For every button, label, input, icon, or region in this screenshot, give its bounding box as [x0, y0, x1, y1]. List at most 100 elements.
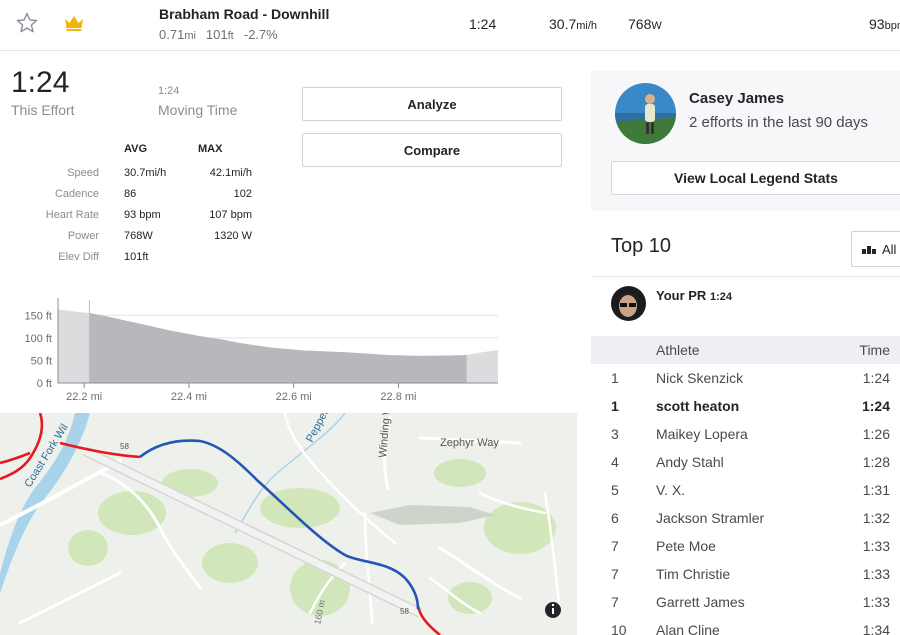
max-header: MAX [198, 143, 223, 155]
effort-time: 1:24 [11, 66, 70, 99]
elevation-chart[interactable]: 0 ft 50 ft 100 ft 150 ft 22.2 mi 22.4 mi 22.6 … [20, 292, 505, 407]
leaderboard-athlete[interactable]: Jackson Stramler [656, 510, 764, 526]
x-tick-label: 22.4 mi [171, 391, 207, 403]
your-pr: Your PR 1:24 [656, 288, 732, 303]
segment-hr-unit: bpm [884, 20, 900, 32]
leaderboard-row[interactable]: 7 Garrett James 1:33 [591, 588, 900, 616]
crown-icon [65, 16, 83, 31]
leaderboard-athlete[interactable]: Nick Skenzick [656, 370, 743, 386]
stats-max: 1320 W [214, 230, 252, 242]
leaderboard-row[interactable]: 1 scott heaton 1:24 [591, 392, 900, 420]
leaderboard-time: 1:32 [862, 510, 890, 526]
leaderboard-athlete[interactable]: V. X. [656, 482, 685, 498]
segment-name[interactable]: Brabham Road - Downhill [159, 6, 329, 22]
stats-row: Power 768W 1320 W [0, 230, 270, 251]
stats-max: 102 [233, 188, 252, 200]
stats-label: Speed [67, 167, 99, 179]
segment-speed-unit: mi/h [576, 20, 598, 32]
segment-elevation-unit: ft [227, 30, 234, 42]
leaderboard-time: 1:34 [862, 622, 890, 635]
stats-max: 42.1mi/h [209, 167, 252, 179]
x-tick-label: 22.6 mi [276, 391, 312, 403]
stats-row: Elev Diff 101ft [0, 251, 270, 272]
bar-chart-icon [862, 246, 876, 254]
y-tick-label: 100 ft [24, 333, 52, 345]
leaderboard-row[interactable]: 1 Nick Skenzick 1:24 [591, 364, 900, 392]
leaderboard-athlete[interactable]: scott heaton [656, 398, 739, 414]
leaderboard-time: 1:28 [862, 454, 890, 470]
leaderboard-title: Top 10 [611, 235, 672, 257]
y-tick-label: 50 ft [31, 355, 52, 367]
effort-time-label: This Effort [11, 102, 75, 118]
segment-speed-value: 30.7 [549, 16, 577, 32]
segment-distance-unit: mi [184, 30, 196, 42]
leaderboard-row[interactable]: 7 Tim Christie 1:33 [591, 560, 900, 588]
legend-avatar[interactable] [615, 83, 676, 144]
star-icon[interactable] [15, 11, 39, 35]
segment-elevation: 101 [205, 27, 228, 42]
map-label-58b: 58 [400, 607, 409, 616]
avg-header: AVG [124, 143, 148, 155]
stats-label: Power [67, 230, 99, 242]
segment-meta: 0.71mi 101ft -2.7% [159, 27, 278, 42]
pr-label: Your PR [656, 288, 707, 303]
stats-row: Heart Rate 93 bpm 107 bpm [0, 209, 270, 230]
leaderboard-time: 1:26 [862, 426, 890, 442]
leaderboard-row[interactable]: 3 Maikey Lopera 1:26 [591, 420, 900, 448]
legend-name[interactable]: Casey James [689, 90, 784, 107]
compare-button[interactable]: Compare [302, 133, 562, 167]
leaderboard-rank: 5 [611, 482, 619, 498]
segment-power: 768W [628, 16, 662, 32]
leaderboard-header: Athlete Time [591, 336, 900, 364]
leaderboard-athlete[interactable]: Alan Cline [656, 622, 720, 635]
stats-avg: 86 [124, 188, 137, 200]
stats-label: Heart Rate [45, 209, 99, 221]
leaderboard-athlete[interactable]: Maikey Lopera [656, 426, 748, 442]
leaderboard-row[interactable]: 7 Pete Moe 1:33 [591, 532, 900, 560]
segment-power-value: 768 [628, 16, 652, 32]
map-canvas[interactable]: 58 58 Coast Fork Wil Pepper Winding W Ze… [0, 413, 577, 635]
leaderboard-time: 1:31 [862, 482, 890, 498]
leaderboard-athlete[interactable]: Pete Moe [656, 538, 716, 554]
pr-time: 1:24 [709, 291, 732, 303]
segment-heart-rate: 93bpm [869, 16, 900, 32]
stats-avg: 30.7mi/h [124, 167, 167, 179]
leaderboard-time: 1:24 [862, 370, 890, 386]
moving-time-label: Moving Time [158, 102, 238, 118]
leaderboard-row[interactable]: 6 Jackson Stramler 1:32 [591, 504, 900, 532]
leaderboard-athlete[interactable]: Garrett James [656, 594, 745, 610]
leaderboard-row[interactable]: 5 V. X. 1:31 [591, 476, 900, 504]
segment-hr-value: 93 [869, 16, 885, 32]
pr-avatar[interactable] [611, 286, 646, 321]
leaderboard-time: 1:24 [861, 398, 890, 414]
stats-row: Cadence 86 102 [0, 188, 270, 209]
leaderboard-row[interactable]: 4 Andy Stahl 1:28 [591, 448, 900, 476]
segment-time: 1:24 [469, 16, 497, 32]
segment-distance: 0.71 [159, 27, 185, 42]
leaderboard-time: 1:33 [862, 538, 890, 554]
leaderboard-athlete[interactable]: Andy Stahl [656, 454, 724, 470]
stats-max: 107 bpm [209, 209, 252, 221]
leaderboard-rank: 1 [611, 398, 619, 414]
x-tick-label: 22.8 mi [380, 391, 416, 403]
leaderboard-rank: 3 [611, 426, 619, 442]
analyze-button[interactable]: Analyze [302, 87, 562, 121]
view-local-legend-button[interactable]: View Local Legend Stats [611, 161, 900, 195]
info-icon[interactable] [545, 602, 561, 618]
leaderboard-filter-label: All [882, 241, 897, 257]
map-label-zephyr: Zephyr Way [440, 437, 499, 449]
leaderboard-rank: 1 [611, 370, 619, 386]
segment-power-unit: W [651, 20, 662, 32]
segment-grade: -2.7% [243, 27, 278, 42]
stats-label: Elev Diff [58, 251, 99, 263]
leaderboard-filter[interactable]: All [851, 231, 900, 267]
route-map[interactable]: 58 58 Coast Fork Wil Pepper Winding W Ze… [0, 413, 577, 635]
leaderboard-athlete[interactable]: Tim Christie [656, 566, 730, 582]
leaderboard-rank: 10 [611, 622, 627, 635]
leaderboard-row[interactable]: 10 Alan Cline 1:34 [591, 616, 900, 635]
x-tick-label: 22.2 mi [66, 391, 102, 403]
y-tick-label: 150 ft [24, 310, 52, 322]
stats-avg: 93 bpm [124, 209, 161, 221]
segment-speed: 30.7mi/h [549, 16, 597, 32]
segment-row: Brabham Road - Downhill 0.71mi 101ft -2.7%… [0, 0, 900, 51]
